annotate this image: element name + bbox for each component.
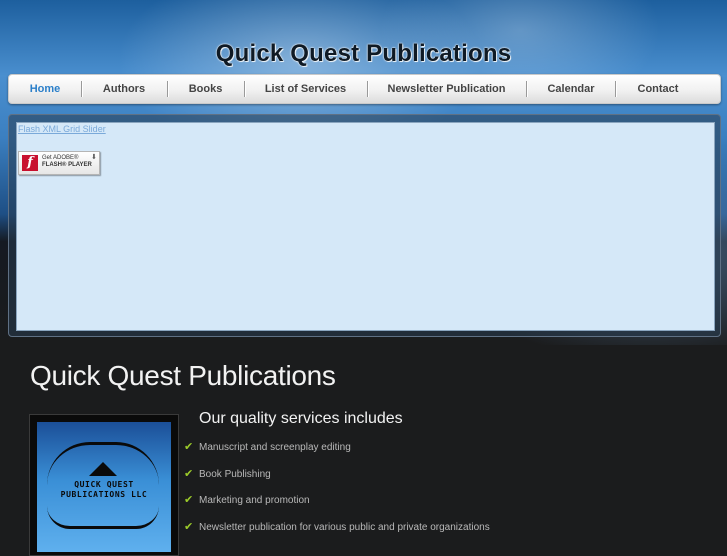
checkmark-icon: ✔ (184, 466, 194, 480)
nav-separator (81, 81, 82, 97)
checkmark-icon: ✔ (184, 520, 194, 534)
nav-separator (615, 81, 616, 97)
logo-text-line2: PUBLICATIONS LLC (60, 490, 148, 499)
flash-logo-icon: f (22, 155, 38, 171)
site-title: Quick Quest Publications (215, 40, 512, 67)
flash-slider-link[interactable]: Flash XML Grid Slider (18, 124, 106, 134)
get-flash-player-button[interactable]: f Get ADOBE® FLASH® PLAYER ⬇ (18, 151, 100, 175)
logo-arc-bottom (47, 506, 159, 529)
logo-image: QUICK QUEST PUBLICATIONS LLC (37, 422, 171, 552)
nav-home[interactable]: Home (14, 75, 76, 103)
nav-separator (526, 81, 527, 97)
nav-separator (167, 81, 168, 97)
flash-slider-area: Flash XML Grid Slider f Get ADOBE® FLASH… (16, 122, 715, 331)
checkmark-icon: ✔ (184, 493, 194, 507)
service-text: Manuscript and screenplay editing (199, 442, 351, 453)
flash-badge-line2: FLASH® PLAYER (42, 162, 92, 168)
logo-text-line1: QUICK QUEST (74, 480, 134, 489)
logo-pyramid-icon (89, 462, 117, 476)
slider-frame: Flash XML Grid Slider f Get ADOBE® FLASH… (8, 114, 721, 337)
download-arrow-icon: ⬇ (91, 154, 97, 161)
nav-newsletter-publication[interactable]: Newsletter Publication (369, 75, 524, 103)
nav-contact[interactable]: Contact (617, 75, 699, 103)
nav-list-of-services[interactable]: List of Services (247, 75, 364, 103)
service-text: Book Publishing (199, 468, 271, 480)
nav-books[interactable]: Books (169, 75, 242, 103)
services-heading: Our quality services includes (199, 410, 403, 427)
main-nav: Home Authors Books List of Services News… (8, 74, 721, 104)
company-logo: QUICK QUEST PUBLICATIONS LLC (29, 414, 179, 556)
nav-calendar[interactable]: Calendar (528, 75, 614, 103)
service-text: Newsletter publication for various publi… (199, 522, 490, 534)
nav-authors[interactable]: Authors (84, 75, 164, 103)
service-text: Marketing and promotion (199, 495, 310, 507)
page-title: Quick Quest Publications (30, 360, 336, 391)
nav-separator (244, 81, 245, 97)
nav-separator (367, 81, 368, 97)
flash-badge-line1: Get ADOBE® (42, 155, 79, 161)
checkmark-icon: ✔ (184, 440, 194, 453)
